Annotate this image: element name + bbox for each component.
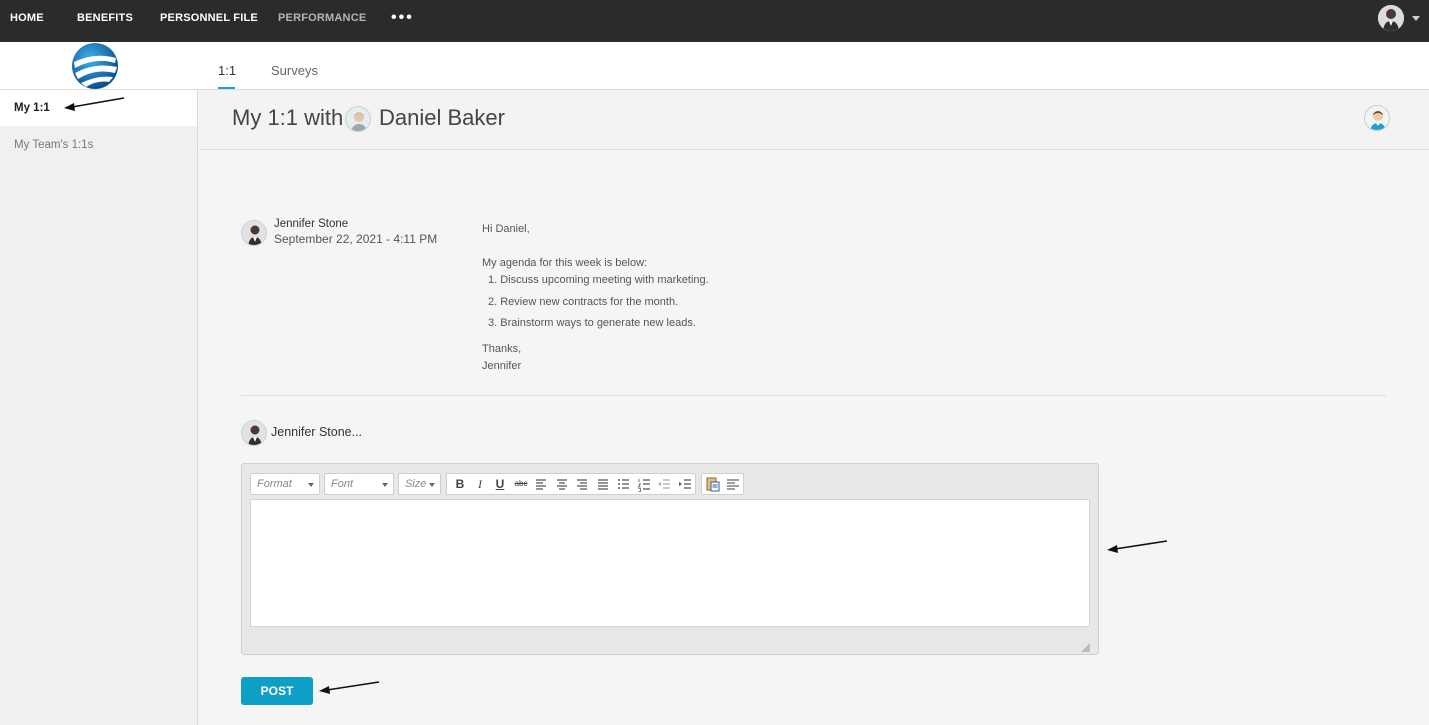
chevron-down-icon	[429, 483, 435, 487]
page-header: My 1:1 with Daniel Baker	[199, 90, 1429, 150]
font-dropdown[interactable]: Font	[324, 473, 394, 495]
partner-photo-icon	[346, 107, 370, 131]
clipboard-button-group	[701, 473, 744, 495]
profile-avatar[interactable]	[1364, 105, 1390, 131]
indent-icon[interactable]	[675, 474, 695, 494]
editor-text-area[interactable]	[250, 499, 1090, 627]
outdent-icon[interactable]	[654, 474, 674, 494]
composer-author: Jennifer Stone...	[271, 425, 363, 439]
composer-avatar	[241, 420, 267, 446]
nav-personnel-file[interactable]: PERSONNEL FILE	[160, 12, 258, 24]
tab-surveys[interactable]: Surveys	[271, 63, 318, 78]
page-title: My 1:1 with	[232, 105, 344, 130]
size-dropdown-label: Size	[405, 478, 427, 490]
format-dropdown-label: Format	[257, 478, 292, 490]
font-dropdown-label: Font	[331, 478, 354, 490]
underline-button[interactable]: U	[490, 474, 510, 494]
nav-home[interactable]: HOME	[10, 12, 44, 24]
agenda-item: 1. Discuss upcoming meeting with marketi…	[488, 274, 709, 286]
sidebar-item-my-teams-1on1s[interactable]: My Team's 1:1s	[0, 127, 197, 163]
sub-header: 1:1 Surveys	[0, 42, 1429, 90]
nav-benefits[interactable]: BENEFITS	[77, 12, 133, 24]
bulleted-list-icon[interactable]	[613, 474, 633, 494]
globe-logo-icon	[72, 43, 118, 89]
company-logo	[71, 42, 119, 90]
annotation-arrow-icon	[1107, 540, 1168, 553]
profile-photo-icon	[1365, 106, 1389, 130]
align-right-icon[interactable]	[572, 474, 592, 494]
message-author-avatar	[241, 220, 267, 246]
ellipsis-icon[interactable]: •••	[391, 9, 414, 27]
sidebar: My 1:1 My Team's 1:1s	[0, 90, 198, 725]
active-tab-indicator	[218, 87, 235, 89]
chevron-down-icon	[308, 483, 314, 487]
paste-word-icon[interactable]	[703, 474, 723, 494]
message-intro: My agenda for this week is below:	[482, 257, 648, 269]
strikethrough-button[interactable]: abc	[511, 474, 531, 494]
chevron-down-icon[interactable]	[1412, 16, 1420, 21]
message-signature: Jennifer	[482, 360, 522, 372]
divider	[241, 395, 1386, 396]
bold-button[interactable]: B	[450, 474, 470, 494]
annotation-arrow-icon	[319, 681, 380, 694]
rich-text-editor[interactable]: Format Font Size B I U abc	[241, 463, 1099, 655]
agenda-item: 3. Brainstorm ways to generate new leads…	[488, 317, 696, 329]
post-button[interactable]: POST	[241, 677, 313, 705]
top-navigation: HOME BENEFITS PERSONNEL FILE PERFORMANCE…	[0, 0, 1429, 42]
remove-format-icon[interactable]	[723, 474, 743, 494]
chevron-down-icon	[382, 483, 388, 487]
user-avatar[interactable]	[1378, 5, 1404, 31]
align-justify-icon[interactable]	[593, 474, 613, 494]
partner-avatar	[345, 106, 371, 132]
message-author: Jennifer Stone	[274, 218, 349, 230]
align-center-icon[interactable]	[552, 474, 572, 494]
formatting-button-group: B I U abc	[446, 473, 696, 495]
annotation-arrow-icon	[64, 97, 125, 111]
message-timestamp: September 22, 2021 - 4:11 PM	[274, 232, 438, 246]
resize-handle-icon[interactable]	[1081, 639, 1090, 652]
message-greeting: Hi Daniel,	[482, 223, 530, 235]
numbered-list-icon[interactable]	[634, 474, 654, 494]
agenda-item: 2. Review new contracts for the month.	[488, 296, 679, 308]
size-dropdown[interactable]: Size	[398, 473, 441, 495]
partner-name[interactable]: Daniel Baker	[379, 105, 505, 131]
italic-button[interactable]: I	[470, 474, 490, 494]
tab-one-on-one[interactable]: 1:1	[218, 63, 236, 78]
user-photo-icon	[1378, 5, 1404, 31]
nav-performance[interactable]: PERFORMANCE	[278, 12, 366, 24]
message-closing: Thanks,	[482, 343, 522, 355]
align-left-icon[interactable]	[531, 474, 551, 494]
format-dropdown[interactable]: Format	[250, 473, 320, 495]
